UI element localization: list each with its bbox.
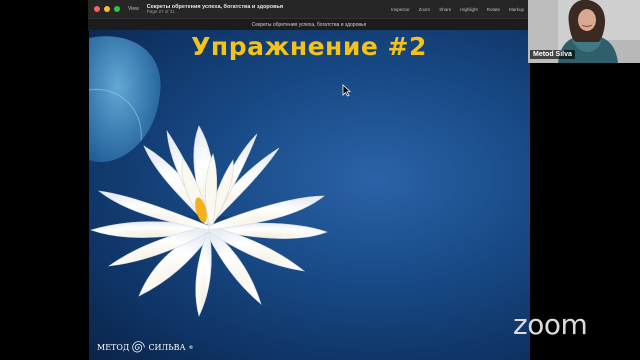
brand-word-left: МЕТОД [97, 343, 130, 352]
close-window-icon[interactable] [94, 6, 100, 12]
minimize-window-icon[interactable] [104, 6, 110, 12]
document-header: Секреты обретения успеха, богатства и зд… [147, 4, 283, 15]
window-controls [94, 6, 120, 12]
toolbar: Inspector Zoom Share Highlight Rotate Ma… [391, 7, 524, 12]
mouse-cursor-icon [342, 84, 351, 97]
rotate-button[interactable]: Rotate [487, 7, 500, 12]
maximize-window-icon[interactable] [114, 6, 120, 12]
preview-window: View Секреты обретения успеха, богатства… [88, 0, 530, 360]
page-indicator: Page 27 of 31 [146, 8, 175, 14]
slide-content: Упражнение #2 МЕТОД СИЛЬВА ® [89, 30, 529, 360]
zoom-button[interactable]: Zoom [419, 7, 431, 12]
zoom-logo: zoom [513, 308, 588, 341]
markup-button[interactable]: Markup [509, 7, 524, 12]
tab-document[interactable]: Секреты обретения успеха, богатства и зд… [252, 22, 367, 28]
spiral-logo-icon [132, 341, 146, 353]
highlight-button[interactable]: Highlight [460, 7, 478, 12]
slide: Упражнение #2 МЕТОД СИЛЬВА ® [89, 30, 530, 360]
metod-silva-logo: МЕТОД СИЛЬВА ® [97, 341, 194, 354]
inspector-button[interactable]: Inspector [391, 7, 410, 12]
water-lily-illustration [89, 36, 328, 317]
slide-heading: Упражнение #2 [191, 32, 427, 61]
participant-video[interactable]: Metod Silva [528, 0, 640, 63]
share-button[interactable]: Share [439, 7, 451, 12]
title-bar: View Секреты обретения успеха, богатства… [88, 0, 530, 18]
registered-mark: ® [188, 344, 194, 351]
brand-word-right: СИЛЬВА [148, 343, 186, 352]
view-menu-button[interactable]: View [128, 6, 139, 12]
participant-name: Metod Silva [530, 50, 575, 59]
